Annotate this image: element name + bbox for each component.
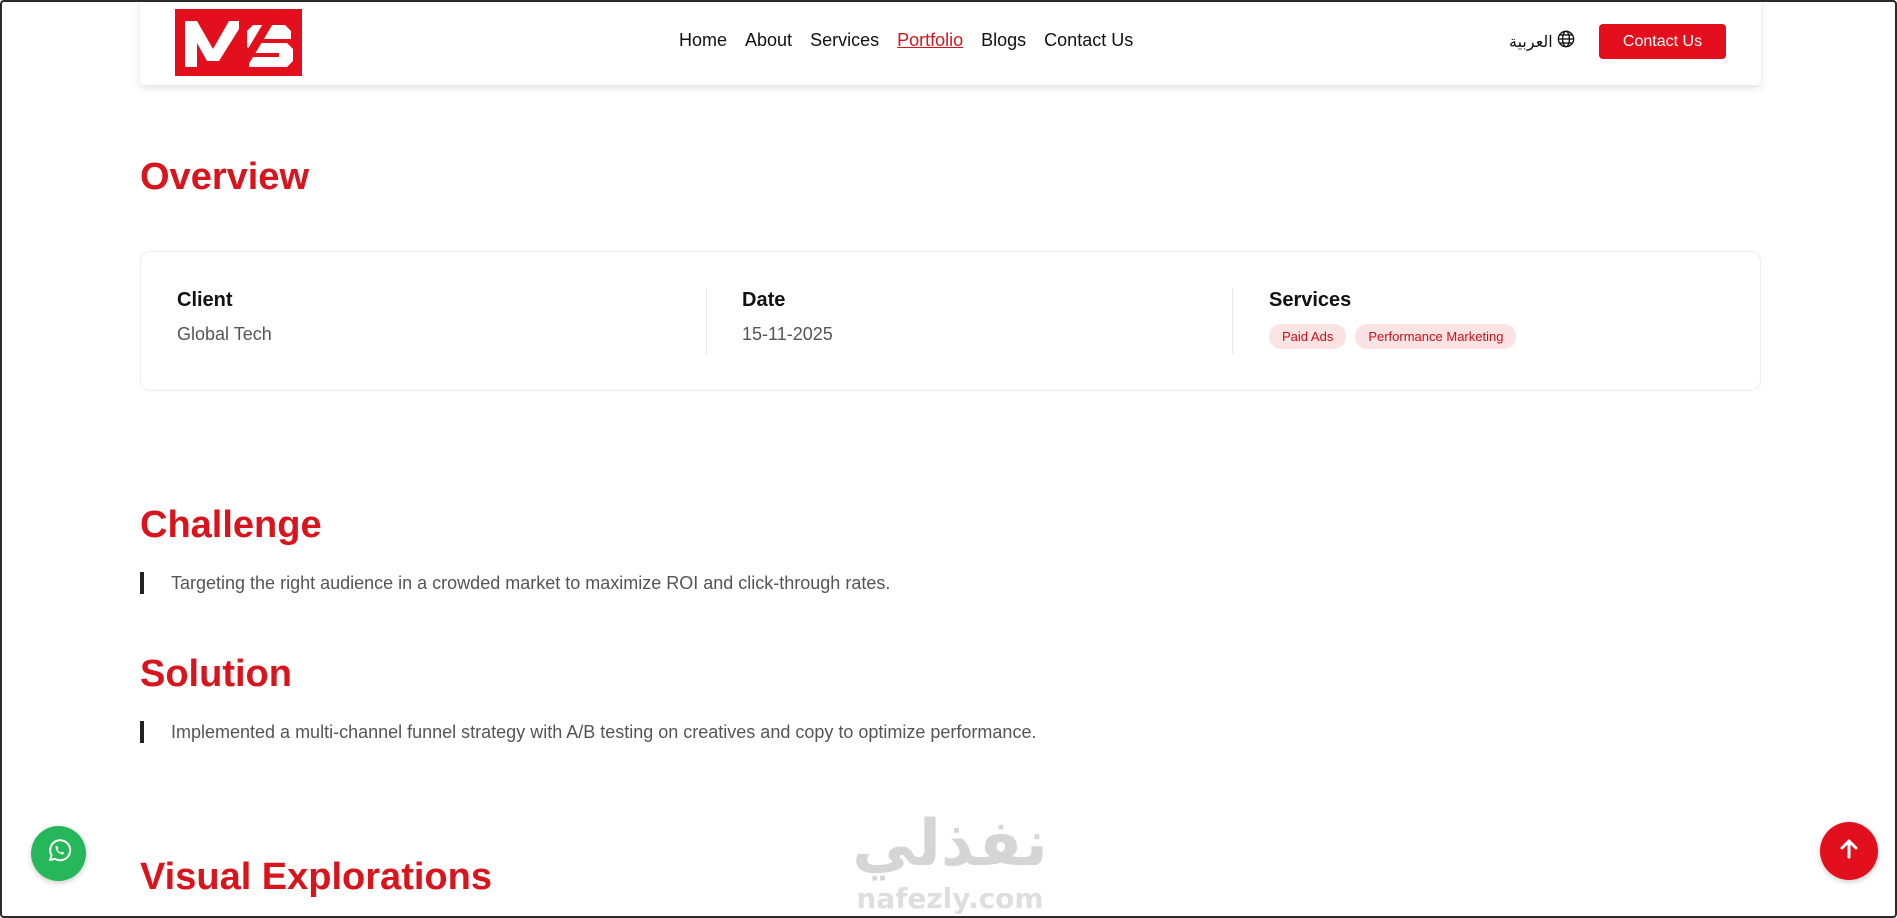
logo-graphic xyxy=(175,9,302,76)
window-frame xyxy=(0,0,1897,918)
arrow-up-icon xyxy=(1836,836,1862,867)
whatsapp-icon xyxy=(45,837,73,870)
nav-about[interactable]: About xyxy=(745,30,792,51)
nav-portfolio[interactable]: Portfolio xyxy=(897,30,963,51)
nav-contact[interactable]: Contact Us xyxy=(1044,30,1133,51)
overview-title: Overview xyxy=(140,156,309,198)
language-switcher[interactable]: العربية xyxy=(1509,30,1575,53)
solution-quote: Implemented a multi-channel funnel strat… xyxy=(140,721,1036,743)
scroll-to-top-button[interactable] xyxy=(1820,822,1878,880)
quote-bar xyxy=(140,572,144,594)
overview-card: Client Global Tech Date 15-11-2025 Servi… xyxy=(140,251,1761,391)
nav-services[interactable]: Services xyxy=(810,30,879,51)
date-info: Date 15-11-2025 xyxy=(742,289,833,345)
quote-bar xyxy=(140,721,144,743)
challenge-quote: Targeting the right audience in a crowde… xyxy=(140,572,890,594)
service-tags: Paid Ads Performance Marketing xyxy=(1269,324,1517,349)
client-label: Client xyxy=(177,289,233,311)
nafezly-watermark: نفذلي nafezly.com xyxy=(840,805,1060,915)
date-label: Date xyxy=(742,289,786,311)
ms-logo[interactable] xyxy=(175,9,302,76)
tag-paid-ads: Paid Ads xyxy=(1269,324,1347,349)
nav-blogs[interactable]: Blogs xyxy=(981,30,1026,51)
client-value: Global Tech xyxy=(177,324,272,344)
challenge-text: Targeting the right audience in a crowde… xyxy=(171,572,891,593)
client-info: Client Global Tech xyxy=(177,289,272,345)
nav-home[interactable]: Home xyxy=(679,30,727,51)
column-divider xyxy=(1232,288,1233,354)
tag-performance-marketing: Performance Marketing xyxy=(1355,324,1517,349)
main-nav: Home About Services Portfolio Blogs Cont… xyxy=(679,30,1133,51)
watermark-arabic: نفذلي xyxy=(852,807,1048,881)
language-label: العربية xyxy=(1509,33,1553,51)
contact-us-button[interactable]: Contact Us xyxy=(1599,24,1726,59)
services-label: Services xyxy=(1269,289,1352,311)
globe-icon xyxy=(1557,30,1575,53)
solution-title: Solution xyxy=(140,653,292,695)
watermark-latin: nafezly.com xyxy=(856,882,1043,915)
whatsapp-button[interactable] xyxy=(31,826,86,881)
solution-text: Implemented a multi-channel funnel strat… xyxy=(171,721,1037,742)
challenge-title: Challenge xyxy=(140,504,322,546)
column-divider xyxy=(706,288,707,354)
site-header: Home About Services Portfolio Blogs Cont… xyxy=(140,0,1761,85)
services-info: Services Paid Ads Performance Marketing xyxy=(1269,289,1517,349)
visual-explorations-title: Visual Explorations xyxy=(140,856,492,898)
date-value: 15-11-2025 xyxy=(742,324,833,344)
